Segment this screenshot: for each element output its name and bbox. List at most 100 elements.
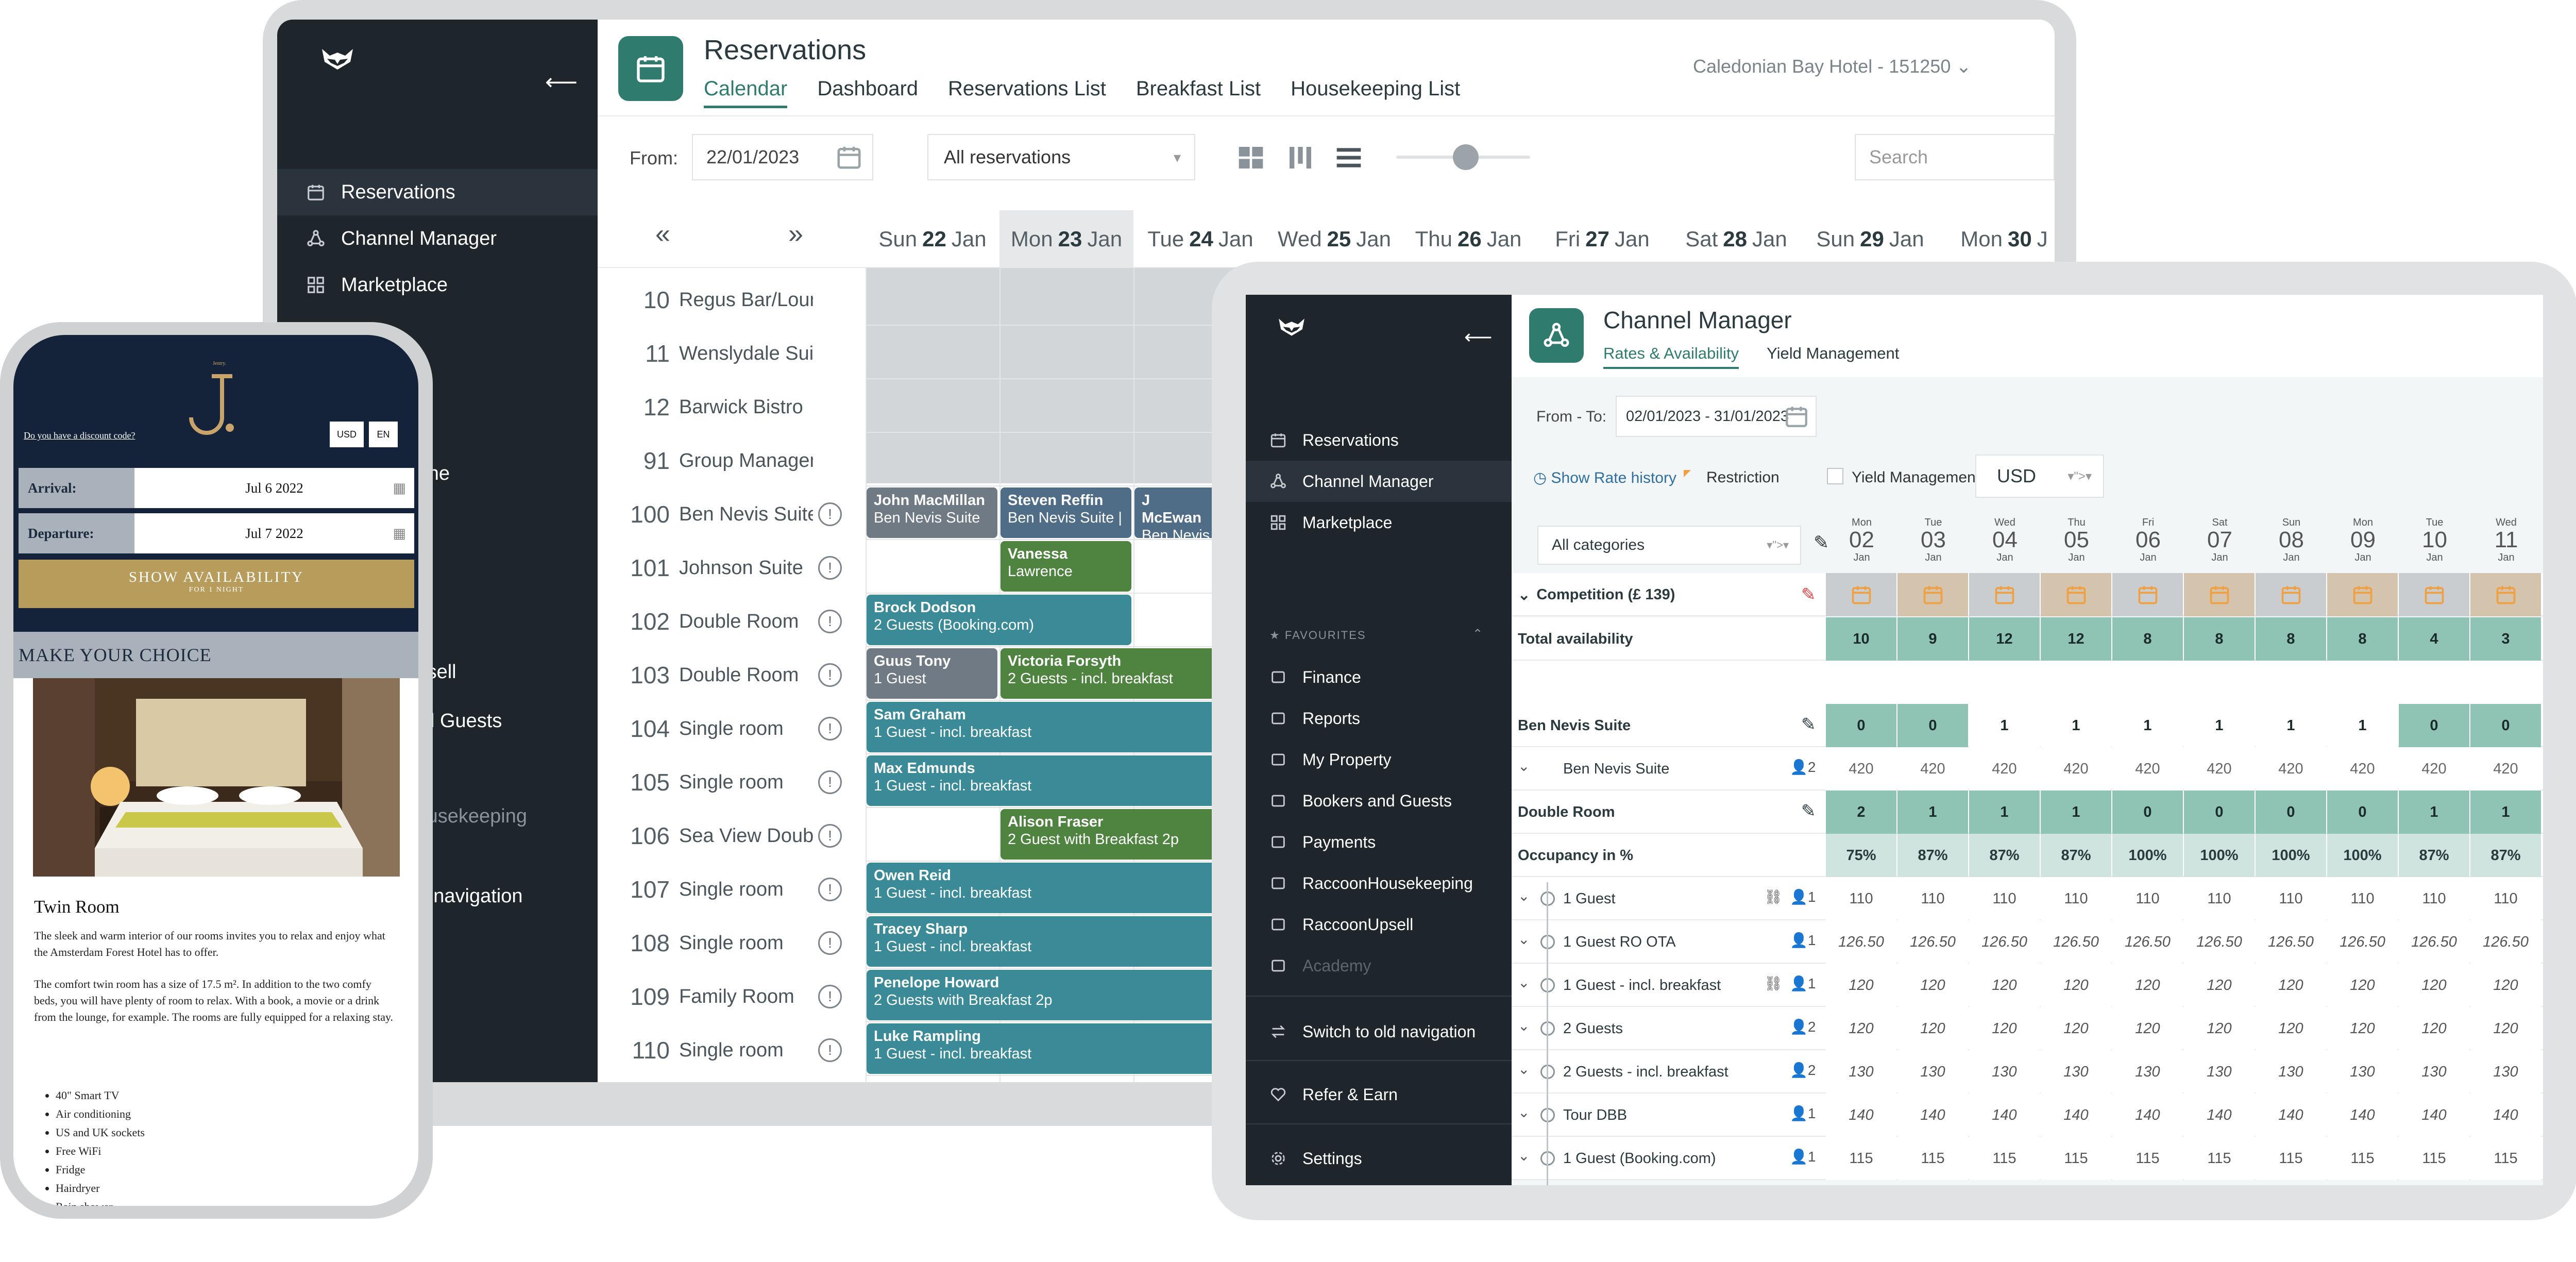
rate-cell[interactable]: 140 <box>1897 1093 1968 1137</box>
rate-cell[interactable]: 130 <box>1826 1050 1896 1093</box>
competition-calendar-icon[interactable] <box>1826 573 1896 616</box>
rate-cell[interactable]: 120 <box>2399 1007 2469 1050</box>
rate-cell[interactable]: 130 <box>1897 1050 1968 1093</box>
booking-bar[interactable]: Brock Dodson 2 Guests (Booking.com) <box>867 595 1131 645</box>
booking-bar[interactable]: Guus Tony 1 Guest <box>867 648 997 699</box>
rate-cell[interactable]: 0 <box>2112 790 2183 834</box>
sidebar-item-marketplace[interactable]: Marketplace <box>1246 502 1512 543</box>
info-icon[interactable]: ! <box>818 717 842 741</box>
rate-cell[interactable]: 130 <box>2256 1050 2326 1093</box>
day-header[interactable]: Fri 27 Jan <box>1535 210 1669 268</box>
booking-bar[interactable]: John MacMillan Ben Nevis Suite <box>867 487 997 538</box>
rate-cell[interactable]: 115 <box>2256 1137 2326 1180</box>
rate-cell[interactable]: 120 <box>2184 964 2255 1007</box>
hotel-selector[interactable]: Caledonian Bay Hotel - 151250 ⌄ <box>1693 56 1972 77</box>
tab-dashboard[interactable]: Dashboard <box>817 77 918 108</box>
info-icon[interactable]: ! <box>818 985 842 1008</box>
rate-cell[interactable]: 420 <box>2184 747 2255 790</box>
rate-cell[interactable]: 420 <box>1897 747 1968 790</box>
booking-bar[interactable]: Steven Reffin Ben Nevis Suite | <box>1001 487 1131 538</box>
rate-cell[interactable]: 1 <box>2470 790 2541 834</box>
settings-link[interactable]: Settings <box>1246 1138 1512 1179</box>
rate-cell[interactable]: 0 <box>2399 704 2469 747</box>
competition-row[interactable]: ⌄ Competition (£ 139) ✎ <box>1512 573 2543 616</box>
rate-cell[interactable]: 120 <box>1897 1007 1968 1050</box>
currency-button[interactable]: USD <box>330 422 364 447</box>
booking-bar[interactable]: Max Edmunds 1 Guest - incl. breakfast <box>867 755 1218 806</box>
competition-calendar-icon[interactable] <box>2256 573 2326 616</box>
rate-cell[interactable]: 1 <box>1969 790 2040 834</box>
refer-earn-link[interactable]: Refer & Earn <box>1246 1074 1512 1115</box>
tab-calendar[interactable]: Calendar <box>704 77 788 108</box>
rate-cell[interactable]: 115 <box>2399 1137 2469 1180</box>
booking-bar[interactable]: Owen Reid 1 Guest - incl. breakfast <box>867 863 1218 913</box>
competition-calendar-icon[interactable] <box>2327 573 2398 616</box>
yield-checkbox[interactable] <box>1827 468 1843 484</box>
link-icon[interactable]: ⛓ <box>1764 975 1783 992</box>
room-row[interactable]: 100 Ben Nevis Suite! <box>598 487 866 541</box>
sidebar-item-payments[interactable]: Payments <box>1246 821 1512 863</box>
rate-cell[interactable]: 115 <box>2470 1137 2541 1180</box>
rate-cell[interactable]: 120 <box>1969 964 2040 1007</box>
booking-bar[interactable]: Alison Fraser 2 Guest with Breakfast 2p <box>1001 809 1218 860</box>
rate-cell[interactable]: 110 <box>1969 877 2040 920</box>
rate-cell[interactable]: 126.50 <box>2470 920 2541 964</box>
day-header[interactable]: Sun 29 Jan <box>1803 210 1937 268</box>
rate-cell[interactable]: 420 <box>2327 747 2398 790</box>
calendar-icon[interactable]: ▦ <box>393 526 406 542</box>
show-rate-history-link[interactable]: ◷ Show Rate history <box>1533 469 1676 487</box>
rate-cell[interactable]: 0 <box>1826 704 1896 747</box>
chevron-down-icon[interactable]: ⌄ <box>1518 1147 1530 1164</box>
edit-icon[interactable]: ✎ <box>1801 801 1816 821</box>
rate-cell[interactable]: 140 <box>1969 1093 2040 1137</box>
competition-calendar-icon[interactable] <box>1897 573 1968 616</box>
rate-cell[interactable]: 126.50 <box>1969 920 2040 964</box>
room-row[interactable]: 103 Double Room! <box>598 648 866 702</box>
link-icon[interactable]: ⛓ <box>1764 888 1783 905</box>
rate-cell[interactable]: 130 <box>2184 1050 2255 1093</box>
rate-cell[interactable]: 126.50 <box>2184 920 2255 964</box>
sidebar-item-bookers-and-guests[interactable]: Bookers and Guests <box>1246 780 1512 821</box>
room-row[interactable]: 11 Wenslydale Suite <box>598 327 866 380</box>
tab-rates-availability[interactable]: Rates & Availability <box>1603 344 1739 369</box>
rate-cell[interactable]: 120 <box>1826 964 1896 1007</box>
rate-cell[interactable]: 115 <box>1897 1137 1968 1180</box>
show-availability-button[interactable]: SHOW AVAILABILITY FOR 1 NIGHT <box>19 560 414 608</box>
day-header[interactable]: Sat 28 Jan <box>1669 210 1803 268</box>
rate-cell[interactable]: 120 <box>2041 1007 2111 1050</box>
rate-cell[interactable]: 115 <box>2327 1137 2398 1180</box>
rate-cell[interactable]: 1 <box>2256 704 2326 747</box>
rate-cell[interactable]: 115 <box>1826 1137 1896 1180</box>
rate-cell[interactable]: 130 <box>2470 1050 2541 1093</box>
sidebar-item-channel-manager[interactable]: Channel Manager <box>1246 461 1512 502</box>
rate-cell[interactable]: 1 <box>2112 704 2183 747</box>
rate-cell[interactable]: 140 <box>2399 1093 2469 1137</box>
rate-cell[interactable]: 1 <box>1969 704 2040 747</box>
rate-cell[interactable]: 140 <box>2256 1093 2326 1137</box>
chevron-down-icon[interactable]: ⌄ <box>1518 1061 1530 1078</box>
room-row[interactable]: 91 Group Manageme... <box>598 434 866 487</box>
previous-week-icon[interactable]: « <box>655 218 670 249</box>
rate-cell[interactable]: 120 <box>2256 964 2326 1007</box>
info-icon[interactable]: ! <box>818 556 842 580</box>
rate-cell[interactable]: 126.50 <box>2112 920 2183 964</box>
rate-cell[interactable]: 115 <box>2184 1137 2255 1180</box>
rate-cell[interactable]: 110 <box>1897 877 1968 920</box>
rate-cell[interactable]: 140 <box>2470 1093 2541 1137</box>
rate-cell[interactable]: 1 <box>2327 704 2398 747</box>
rate-cell[interactable]: 120 <box>2399 964 2469 1007</box>
booking-bar[interactable]: Victoria Forsyth 2 Guests - incl. breakfa… <box>1001 648 1218 699</box>
calendar-icon[interactable]: ▦ <box>393 480 406 496</box>
rate-cell[interactable]: 126.50 <box>1826 920 1896 964</box>
booking-bar[interactable]: J McEwan Ben Nevis <box>1134 487 1218 538</box>
day-header[interactable]: Thu 26 Jan <box>1401 210 1535 268</box>
rate-cell[interactable]: 130 <box>1969 1050 2040 1093</box>
sidebar-item-reports[interactable]: Reports <box>1246 698 1512 739</box>
booking-bar[interactable]: Tracey Sharp 1 Guest - incl. breakfast <box>867 916 1218 967</box>
rate-cell[interactable]: 110 <box>2041 877 2111 920</box>
rate-cell[interactable]: 0 <box>1897 704 1968 747</box>
sidebar-item-academy[interactable]: Academy <box>1246 945 1512 986</box>
booking-bar[interactable]: Penelope Howard 2 Guests with Breakfast 2… <box>867 970 1218 1020</box>
from-date-input[interactable]: 22/01/2023 <box>692 134 873 180</box>
rate-cell[interactable]: 110 <box>2256 877 2326 920</box>
